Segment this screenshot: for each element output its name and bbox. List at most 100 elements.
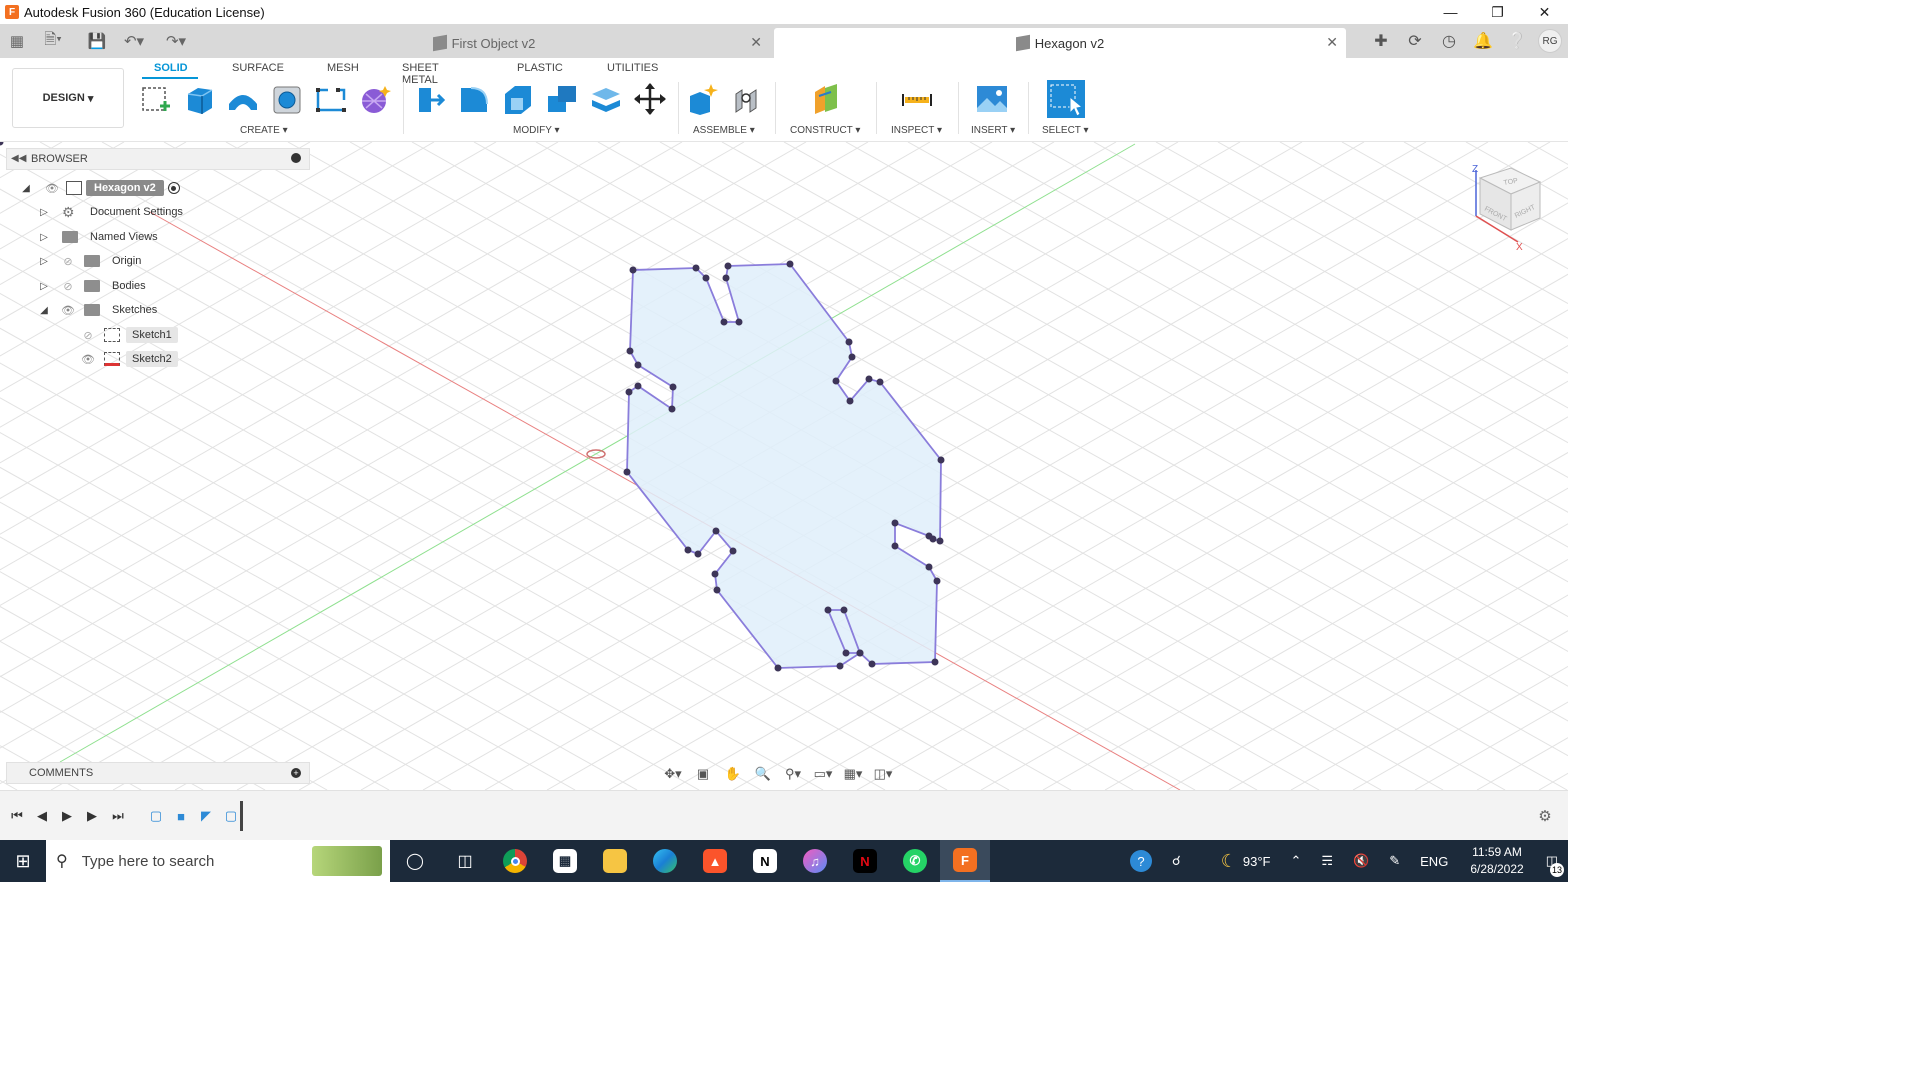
sketch-point[interactable] xyxy=(891,542,899,550)
inspect-group-label[interactable]: INSPECT ▾ xyxy=(891,125,942,136)
sketch-point[interactable] xyxy=(856,649,864,657)
expand-arrow-icon[interactable]: ▷ xyxy=(38,231,50,243)
new-component-icon[interactable] xyxy=(686,82,720,116)
task-view-icon[interactable]: ◫ xyxy=(440,840,490,882)
taskbar-search-box[interactable]: ⚲ Type here to search xyxy=(46,840,390,882)
shell-icon[interactable] xyxy=(501,82,535,116)
browser-item-origin[interactable]: ▷ ⊘ Origin xyxy=(38,251,141,271)
comments-panel-header[interactable]: COMMENTS + xyxy=(6,762,310,784)
itunes-icon[interactable]: ♫ xyxy=(790,840,840,882)
browser-root-item[interactable]: ◢ 👁 Hexagon v2 xyxy=(20,178,180,198)
sketch-point[interactable] xyxy=(623,468,631,476)
visibility-eye-icon[interactable]: 👁 xyxy=(44,182,60,195)
sketch-point[interactable] xyxy=(729,547,737,555)
sketch-point[interactable] xyxy=(694,550,702,558)
weather-widget[interactable]: ☾ 93°F xyxy=(1191,851,1281,872)
orbit-icon[interactable]: ✥▾ xyxy=(660,763,686,785)
notion-icon[interactable]: N xyxy=(740,840,790,882)
sketch-point[interactable] xyxy=(720,318,728,326)
browser-item-named-views[interactable]: ▷ Named Views xyxy=(38,227,158,247)
combine-icon[interactable] xyxy=(545,82,579,116)
save-icon[interactable]: 💾 xyxy=(86,30,108,52)
grid-settings-icon[interactable]: ▦▾ xyxy=(840,763,866,785)
select-group-label[interactable]: SELECT ▾ xyxy=(1042,125,1089,136)
create-form-icon[interactable] xyxy=(358,82,392,116)
tab-surface[interactable]: SURFACE xyxy=(232,62,284,74)
sketch-point[interactable] xyxy=(846,397,854,405)
display-settings-icon[interactable]: ▭▾ xyxy=(810,763,836,785)
microsoft-store-icon[interactable]: ▦ xyxy=(540,840,590,882)
fusion360-taskbar-icon[interactable]: F xyxy=(940,840,990,882)
insert-group-label[interactable]: INSERT ▾ xyxy=(971,125,1015,136)
clock[interactable]: 11:59 AM 6/28/2022 xyxy=(1458,844,1535,878)
loft-icon[interactable] xyxy=(314,82,348,116)
activate-radio-icon[interactable] xyxy=(167,182,180,194)
revolve-icon[interactable] xyxy=(226,82,260,116)
offset-face-icon[interactable] xyxy=(589,82,623,116)
sketch-point[interactable] xyxy=(840,606,848,614)
brave-icon[interactable]: ▲ xyxy=(690,840,740,882)
viewcube[interactable]: TOP FRONT RIGHT Z X xyxy=(1466,158,1556,258)
minimize-button[interactable]: — xyxy=(1427,0,1474,24)
sketch-point[interactable] xyxy=(712,527,720,535)
create-group-label[interactable]: CREATE ▾ xyxy=(240,125,288,136)
action-center-icon[interactable]: ◫ 13 xyxy=(1536,853,1568,877)
browser-item-bodies[interactable]: ▷ ⊘ Bodies xyxy=(38,276,146,296)
sketch-point[interactable] xyxy=(724,262,732,270)
file-menu-icon[interactable]: 🗎▾ xyxy=(38,30,68,52)
sketch-point[interactable] xyxy=(891,519,899,527)
timeline-extrude-feature-icon[interactable]: ■ xyxy=(172,807,190,825)
chrome-icon[interactable] xyxy=(490,840,540,882)
help-circle-icon[interactable]: ? xyxy=(1120,850,1162,872)
restore-button[interactable]: ❐ xyxy=(1474,0,1521,24)
sketch-point[interactable] xyxy=(692,264,700,272)
browser-item-document-settings[interactable]: ▷ ⚙ Document Settings xyxy=(38,202,183,222)
sketch-point[interactable] xyxy=(625,388,633,396)
windows-start-icon[interactable]: ⊞ xyxy=(0,840,46,882)
sketch-point[interactable] xyxy=(669,383,677,391)
step-forward-icon[interactable]: ▶ xyxy=(83,807,101,825)
sketch-point[interactable] xyxy=(936,537,944,545)
wifi-icon[interactable]: ☴ xyxy=(1311,853,1343,869)
new-tab-icon[interactable]: ✚ xyxy=(1368,28,1394,54)
tab-hexagon[interactable]: Hexagon v2 ✕ xyxy=(774,28,1346,58)
expand-arrow-icon[interactable]: ▷ xyxy=(38,255,50,267)
job-status-icon[interactable]: ◷ xyxy=(1436,28,1462,54)
timeline-fillet-feature-icon[interactable]: ◤ xyxy=(197,807,215,825)
redo-icon[interactable]: ↷▾ xyxy=(160,30,192,52)
tab-plastic[interactable]: PLASTIC xyxy=(517,62,563,74)
go-to-start-icon[interactable]: ⏮ xyxy=(8,807,26,825)
browser-panel-header[interactable]: ◀◀ BROWSER xyxy=(6,148,310,170)
sketch-point[interactable] xyxy=(629,266,637,274)
sketch-point[interactable] xyxy=(774,664,782,672)
offset-plane-icon[interactable] xyxy=(809,82,843,116)
people-icon[interactable]: ☌ xyxy=(1162,853,1191,869)
pen-icon[interactable]: ✎ xyxy=(1379,853,1410,869)
language-indicator[interactable]: ENG xyxy=(1410,854,1458,869)
timeline-sketch-feature-icon[interactable]: ▢ xyxy=(147,807,165,825)
close-tab-icon[interactable]: ✕ xyxy=(1326,34,1338,51)
construct-group-label[interactable]: CONSTRUCT ▾ xyxy=(790,125,860,136)
sketch-point[interactable] xyxy=(925,563,933,571)
zoom-icon[interactable]: 🔍 xyxy=(750,763,776,785)
minimize-panel-icon[interactable] xyxy=(291,153,301,163)
volume-muted-icon[interactable]: 🔇 xyxy=(1343,853,1379,869)
sketch-point[interactable] xyxy=(865,375,873,383)
edge-icon[interactable] xyxy=(640,840,690,882)
go-to-end-icon[interactable]: ⏭ xyxy=(109,807,127,825)
show-hidden-icons-chevron-icon[interactable]: ⌃ xyxy=(1280,853,1311,869)
hidden-eye-icon[interactable]: ⊘ xyxy=(60,280,76,293)
expand-arrow-icon[interactable]: ▷ xyxy=(38,206,50,218)
sketch-point[interactable] xyxy=(711,570,719,578)
browser-item-sketch2[interactable]: 👁 Sketch2 xyxy=(80,349,178,369)
move-icon[interactable] xyxy=(633,82,667,116)
sketch-point[interactable] xyxy=(876,378,884,386)
viewports-icon[interactable]: ◫▾ xyxy=(870,763,896,785)
hidden-eye-icon[interactable]: ⊘ xyxy=(60,255,76,268)
close-window-button[interactable]: ✕ xyxy=(1521,0,1568,24)
sketch-point[interactable] xyxy=(925,532,933,540)
fit-window-icon[interactable]: ⚲▾ xyxy=(780,763,806,785)
netflix-icon[interactable]: N xyxy=(840,840,890,882)
create-sketch-icon[interactable] xyxy=(138,82,172,116)
close-tab-icon[interactable]: ✕ xyxy=(750,34,762,51)
